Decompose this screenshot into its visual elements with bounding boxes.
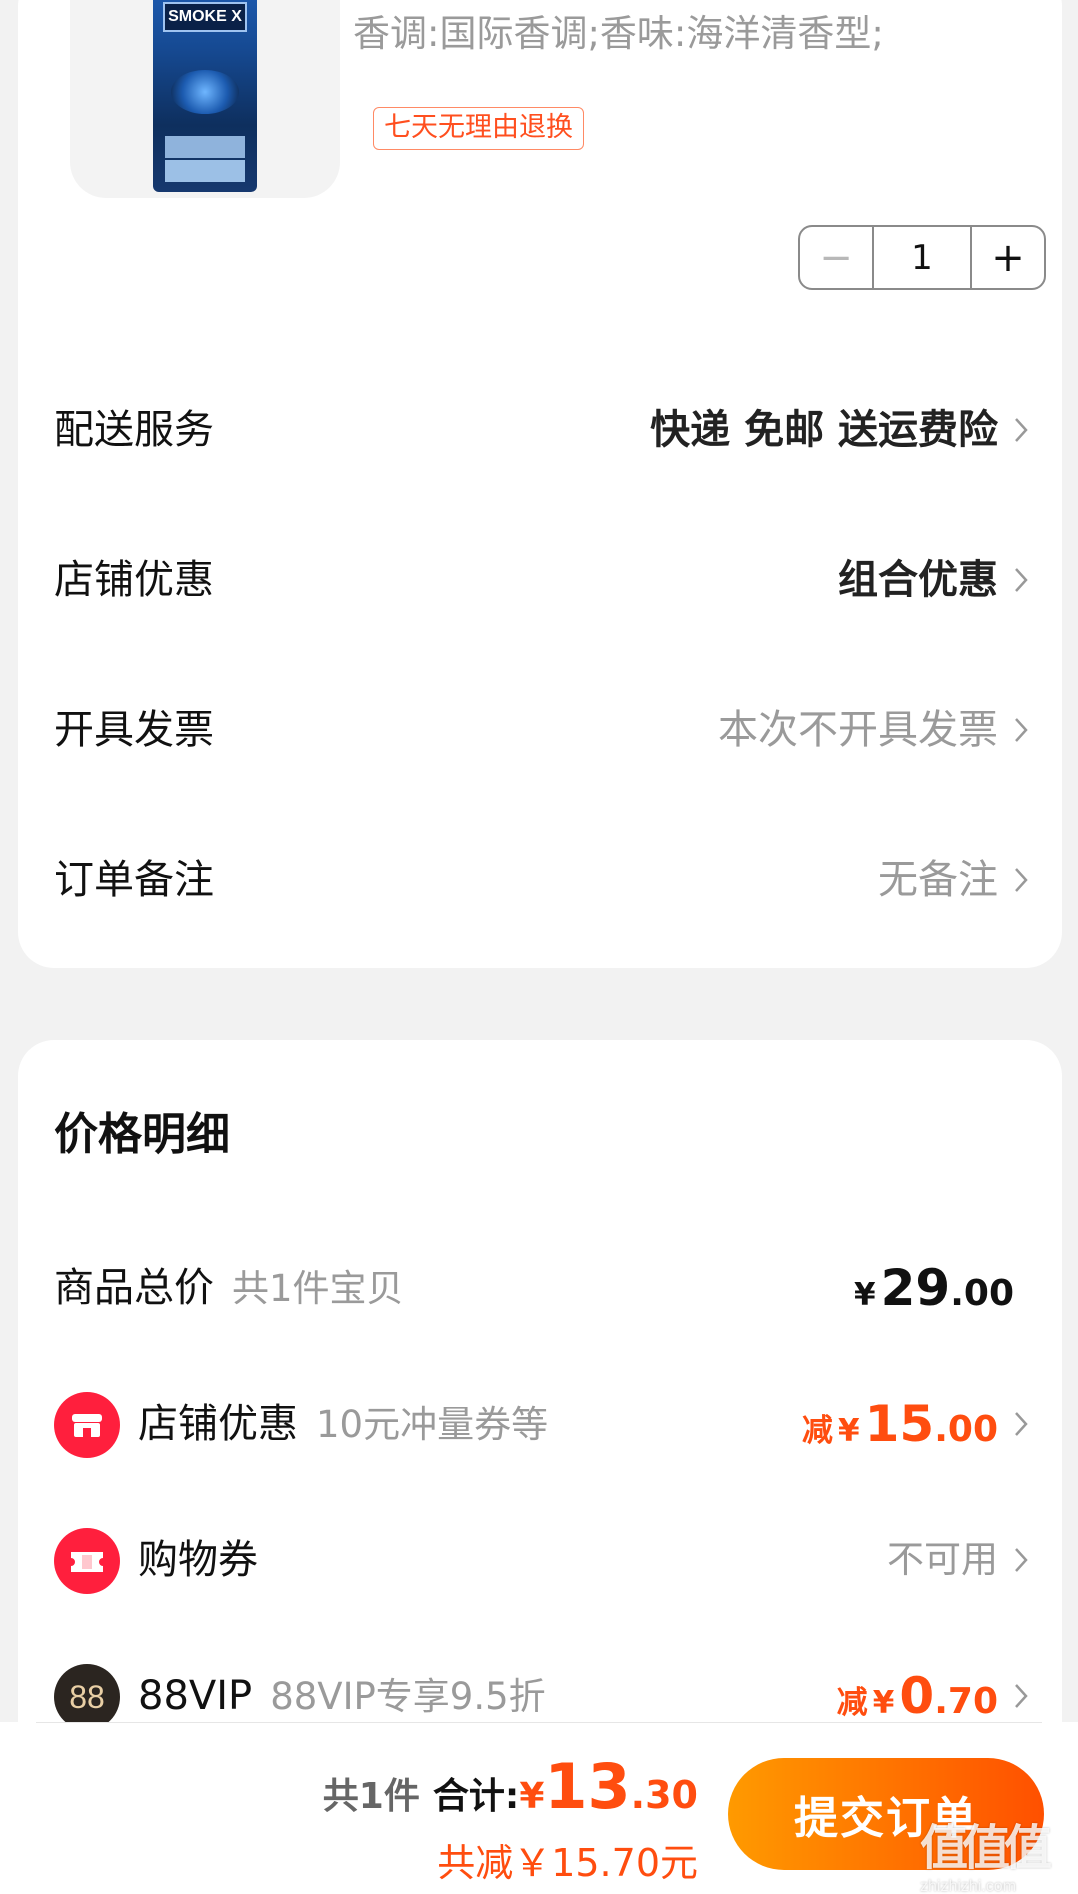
goods-total-label: 商品总价 共1件宝贝 — [54, 1265, 404, 1311]
row-label: 店铺优惠 — [54, 557, 214, 603]
shop-discount-amount: 减 ¥ 15.00 — [801, 1395, 998, 1453]
shop-discount-sub: 10元冲量券等 — [316, 1403, 549, 1446]
chevron-right-icon — [1015, 1684, 1028, 1708]
delivery-service-row[interactable]: 配送服务 快递 免邮 送运费险 — [18, 375, 1062, 485]
package-label — [165, 160, 245, 182]
product-image[interactable]: SMOKE X — [70, 0, 340, 198]
row-value: 本次不开具发票 — [718, 707, 998, 753]
product-disc — [171, 70, 239, 114]
total-currency: ¥ — [519, 1776, 545, 1817]
total-dec: .30 — [630, 1773, 698, 1817]
product-package: SMOKE X — [153, 0, 257, 192]
watermark-logo: 值值值 — [920, 1820, 1052, 1876]
total-int: 13 — [544, 1750, 631, 1823]
goods-count: 共1件宝贝 — [232, 1267, 404, 1310]
coupon-label: 购物券 — [138, 1537, 258, 1583]
coupon-value: 不可用 — [887, 1538, 998, 1581]
return-policy-tag: 七天无理由退换 — [373, 107, 584, 150]
chevron-right-icon — [1015, 718, 1028, 742]
shop-discount-row[interactable]: 店铺优惠 组合优惠 — [18, 525, 1062, 635]
chevron-right-icon — [1015, 868, 1028, 892]
order-note-row[interactable]: 订单备注 无备注 — [18, 825, 1062, 935]
row-value: 组合优惠 — [838, 557, 998, 603]
decrease-quantity-button[interactable]: − — [800, 227, 872, 288]
goods-total-amount: ¥ 29.00 — [853, 1259, 1014, 1317]
total-saved: 共减￥15.70元 — [437, 1841, 698, 1885]
vip-badge-icon: 88 — [54, 1664, 120, 1730]
chevron-right-icon — [1015, 418, 1028, 442]
order-total: 共1件 合计:¥13.30 — [323, 1750, 698, 1823]
increase-quantity-button[interactable]: + — [972, 227, 1044, 288]
watermark-url: zhizhizhi.com — [920, 1878, 1017, 1894]
row-value: 无备注 — [878, 857, 998, 903]
invoice-row[interactable]: 开具发票 本次不开具发票 — [18, 675, 1062, 785]
row-label: 订单备注 — [54, 857, 214, 903]
vip-sub: 88VIP专享9.5折 — [270, 1675, 546, 1718]
quantity-value[interactable]: 1 — [872, 227, 972, 288]
total-label: 合计: — [432, 1776, 520, 1817]
row-label: 配送服务 — [54, 407, 214, 453]
package-label — [165, 136, 245, 158]
shop-discount-label: 店铺优惠 10元冲量券等 — [138, 1401, 549, 1447]
divider — [36, 1722, 1042, 1723]
product-spec: 香调:国际香调;香味:海洋清香型; — [353, 12, 884, 55]
quantity-stepper: − 1 + — [798, 225, 1046, 290]
chevron-right-icon — [1015, 1548, 1028, 1572]
package-brand: SMOKE X — [163, 2, 247, 32]
chevron-right-icon — [1015, 568, 1028, 592]
shop-discount-detail-row[interactable]: 店铺优惠 10元冲量券等 减 ¥ 15.00 — [18, 1374, 1062, 1474]
watermark: 值值值 zhizhizhi.com — [920, 1808, 1070, 1894]
shop-icon — [54, 1392, 120, 1458]
item-count: 共1件 — [322, 1776, 420, 1817]
price-detail-title: 价格明细 — [54, 1109, 230, 1160]
ticket-icon — [54, 1528, 120, 1594]
chevron-right-icon — [1015, 1412, 1028, 1436]
row-label: 开具发票 — [54, 707, 214, 753]
order-items-card: SMOKE X 香调:国际香调;香味:海洋清香型; 七天无理由退换 − 1 + … — [18, 0, 1062, 968]
coupon-row[interactable]: 购物券 不可用 — [18, 1510, 1062, 1610]
checkout-bar: 共1件 合计:¥13.30 共减￥15.70元 提交订单 — [0, 1722, 1078, 1894]
goods-total-row: 商品总价 共1件宝贝 ¥ 29.00 — [18, 1238, 1062, 1338]
row-value: 快递 免邮 送运费险 — [650, 407, 998, 453]
